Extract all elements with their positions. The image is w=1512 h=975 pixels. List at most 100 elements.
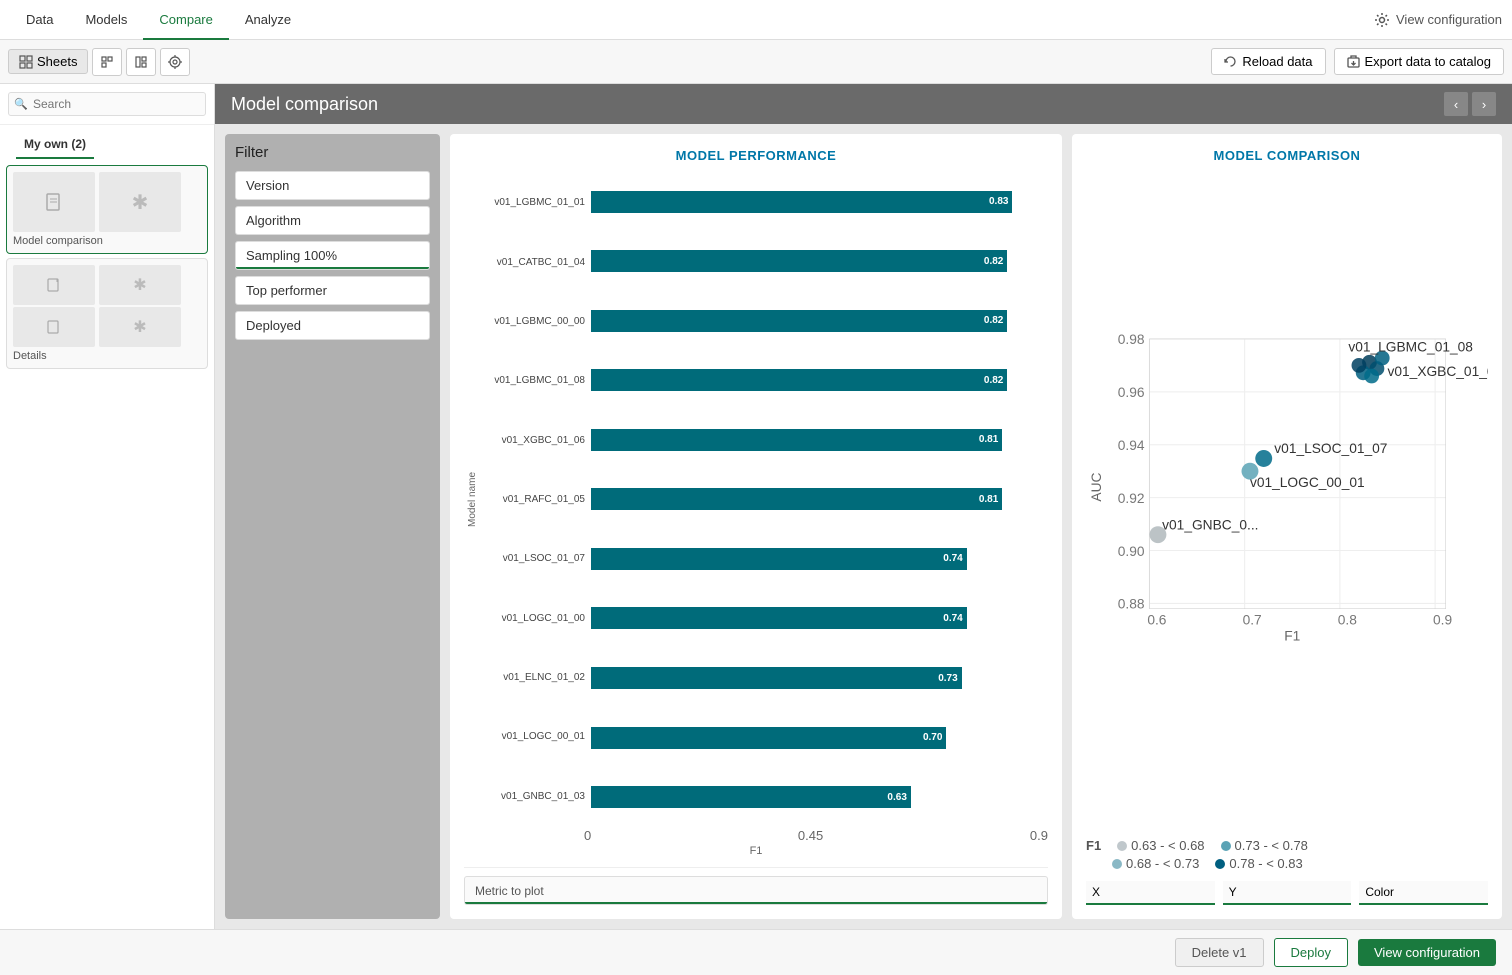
sheets-button[interactable]: Sheets: [8, 49, 88, 74]
tab-compare[interactable]: Compare: [143, 0, 228, 40]
x-tick-2: 0.9: [1030, 828, 1048, 843]
legend-item-1: 0.68 - < 0.73: [1112, 856, 1199, 871]
view-config-button[interactable]: View configuration: [1358, 939, 1496, 966]
metric-input-wrap[interactable]: Metric to plot: [464, 876, 1048, 905]
delete-button[interactable]: Delete v1: [1175, 938, 1264, 967]
toolbar: Sheets Reload data: [0, 40, 1512, 84]
filter-deployed[interactable]: Deployed: [235, 311, 430, 340]
bar-label-3: v01_LGBMC_01_08: [481, 375, 585, 386]
svg-text:v01_GNBC_0...: v01_GNBC_0...: [1162, 517, 1258, 532]
legend-range-2: 0.73 - < 0.78: [1235, 838, 1308, 853]
filter-panel: Filter Version Algorithm Sampling 100% T…: [225, 134, 440, 919]
svg-text:0.6: 0.6: [1147, 613, 1166, 628]
bar-label-7: v01_LOGC_01_00: [481, 613, 585, 624]
card-cell-1: [13, 172, 95, 232]
toolbar-btn-2[interactable]: [126, 48, 156, 76]
bar-value-0: 0.83: [989, 196, 1008, 207]
top-nav: Data Models Compare Analyze View configu…: [0, 0, 1512, 40]
filter-version[interactable]: Version: [235, 171, 430, 200]
svg-text:v01_LOGC_00_01: v01_LOGC_00_01: [1250, 475, 1365, 490]
bar-row-9: 0.70: [591, 724, 1048, 752]
sidebar: 🔍 My own (2) ✱: [0, 84, 215, 929]
y-axis-input[interactable]: [1223, 881, 1352, 905]
bar-label-6: v01_LSOC_01_07: [481, 553, 585, 564]
bar-row-5: 0.81: [591, 485, 1048, 513]
card-cell-4: ✱: [99, 265, 181, 305]
target-icon: [168, 55, 182, 69]
svg-text:AUC: AUC: [1089, 472, 1104, 501]
bar-label-0: v01_LGBMC_01_01: [481, 197, 585, 208]
svg-text:0.88: 0.88: [1118, 597, 1145, 612]
bar-label-8: v01_ELNC_01_02: [481, 672, 585, 683]
legend-dot-1: [1112, 859, 1122, 869]
x-axis-input[interactable]: [1086, 881, 1215, 905]
color-input[interactable]: [1359, 881, 1488, 905]
sidebar-items: ✱ Model comparison ✱: [0, 159, 214, 375]
svg-text:0.90: 0.90: [1118, 544, 1145, 559]
legend-dot-0: [1117, 841, 1127, 851]
toolbar-btn-1[interactable]: [92, 48, 122, 76]
legend-range-0: 0.63 - < 0.68: [1131, 838, 1204, 853]
bar-value-8: 0.73: [938, 673, 957, 684]
filter-title: Filter: [235, 144, 430, 165]
svg-text:0.7: 0.7: [1243, 613, 1262, 628]
metric-bar: Metric to plot: [464, 867, 1048, 905]
svg-text:F1: F1: [1284, 628, 1300, 643]
sidebar-card-model-comparison[interactable]: ✱ Model comparison: [6, 165, 208, 254]
reload-button[interactable]: Reload data: [1211, 48, 1325, 75]
scatter-svg: 0.88 0.90 0.92 0.94 0.96 0.98 0.6 0.7 0.…: [1086, 173, 1488, 653]
prev-arrow[interactable]: ‹: [1444, 92, 1468, 116]
next-arrow[interactable]: ›: [1472, 92, 1496, 116]
bar-row-4: 0.81: [591, 426, 1048, 454]
svg-text:v01_XGBC_01_06: v01_XGBC_01_06: [1388, 364, 1489, 379]
export-button[interactable]: Export data to catalog: [1334, 48, 1504, 75]
bar-value-10: 0.63: [887, 792, 906, 803]
filter-sampling[interactable]: Sampling 100%: [235, 241, 430, 270]
filter-top-performer[interactable]: Top performer: [235, 276, 430, 305]
tab-analyze[interactable]: Analyze: [229, 0, 307, 40]
perf-y-axis-title: Model name: [464, 173, 481, 826]
bar-label-4: v01_XGBC_01_06: [481, 435, 585, 446]
view-config-nav[interactable]: View configuration: [1374, 12, 1502, 28]
main-layout: 🔍 My own (2) ✱: [0, 84, 1512, 929]
content-area: Model comparison ‹ › Filter Version Algo…: [215, 84, 1512, 929]
bar-row-3: 0.82: [591, 366, 1048, 394]
sidebar-card-details[interactable]: ✱ ✱ Details: [6, 258, 208, 369]
bar-row-8: 0.73: [591, 664, 1048, 692]
toolbar-btn-3[interactable]: [160, 48, 190, 76]
nav-arrows: ‹ ›: [1444, 92, 1496, 116]
card-label-2: Details: [13, 347, 201, 362]
svg-text:v01_LGBMC_01_08: v01_LGBMC_01_08: [1348, 340, 1473, 355]
comparison-chart-title: MODEL COMPARISON: [1086, 148, 1488, 163]
perf-bars: 0.830.820.820.820.810.810.740.740.730.70…: [591, 173, 1048, 826]
content-body: Filter Version Algorithm Sampling 100% T…: [215, 124, 1512, 929]
bar-value-9: 0.70: [923, 732, 942, 743]
bar-value-6: 0.74: [943, 553, 962, 564]
legend-dot-3: [1215, 859, 1225, 869]
search-input[interactable]: [8, 92, 206, 116]
bar-value-2: 0.82: [984, 315, 1003, 326]
performance-chart-title: MODEL PERFORMANCE: [464, 148, 1048, 163]
legend-area: F1 0.63 - < 0.68 0.73 - < 0.78: [1086, 834, 1488, 875]
svg-text:0.92: 0.92: [1118, 491, 1145, 506]
axis-inputs: [1086, 875, 1488, 905]
search-icon: 🔍: [14, 98, 28, 111]
card-cell-3: [13, 265, 95, 305]
sheets-label: Sheets: [37, 54, 77, 69]
y-input-wrap: [1223, 881, 1352, 905]
toolbar-right: Reload data Export data to catalog: [1211, 48, 1504, 75]
bar-value-5: 0.81: [979, 494, 998, 505]
bar-value-4: 0.81: [979, 434, 998, 445]
card-label-1: Model comparison: [13, 232, 201, 247]
export-icon: [1347, 55, 1360, 68]
tab-data[interactable]: Data: [10, 0, 69, 40]
bar-row-2: 0.82: [591, 307, 1048, 335]
sidebar-search-area: 🔍: [0, 84, 214, 125]
x-tick-0: 0: [584, 828, 591, 843]
layout-icon-1: [100, 55, 114, 69]
tab-models[interactable]: Models: [69, 0, 143, 40]
filter-algorithm[interactable]: Algorithm: [235, 206, 430, 235]
deploy-button[interactable]: Deploy: [1274, 938, 1348, 967]
perf-x-label: F1: [464, 843, 1048, 857]
legend-item-2: 0.73 - < 0.78: [1221, 838, 1308, 853]
